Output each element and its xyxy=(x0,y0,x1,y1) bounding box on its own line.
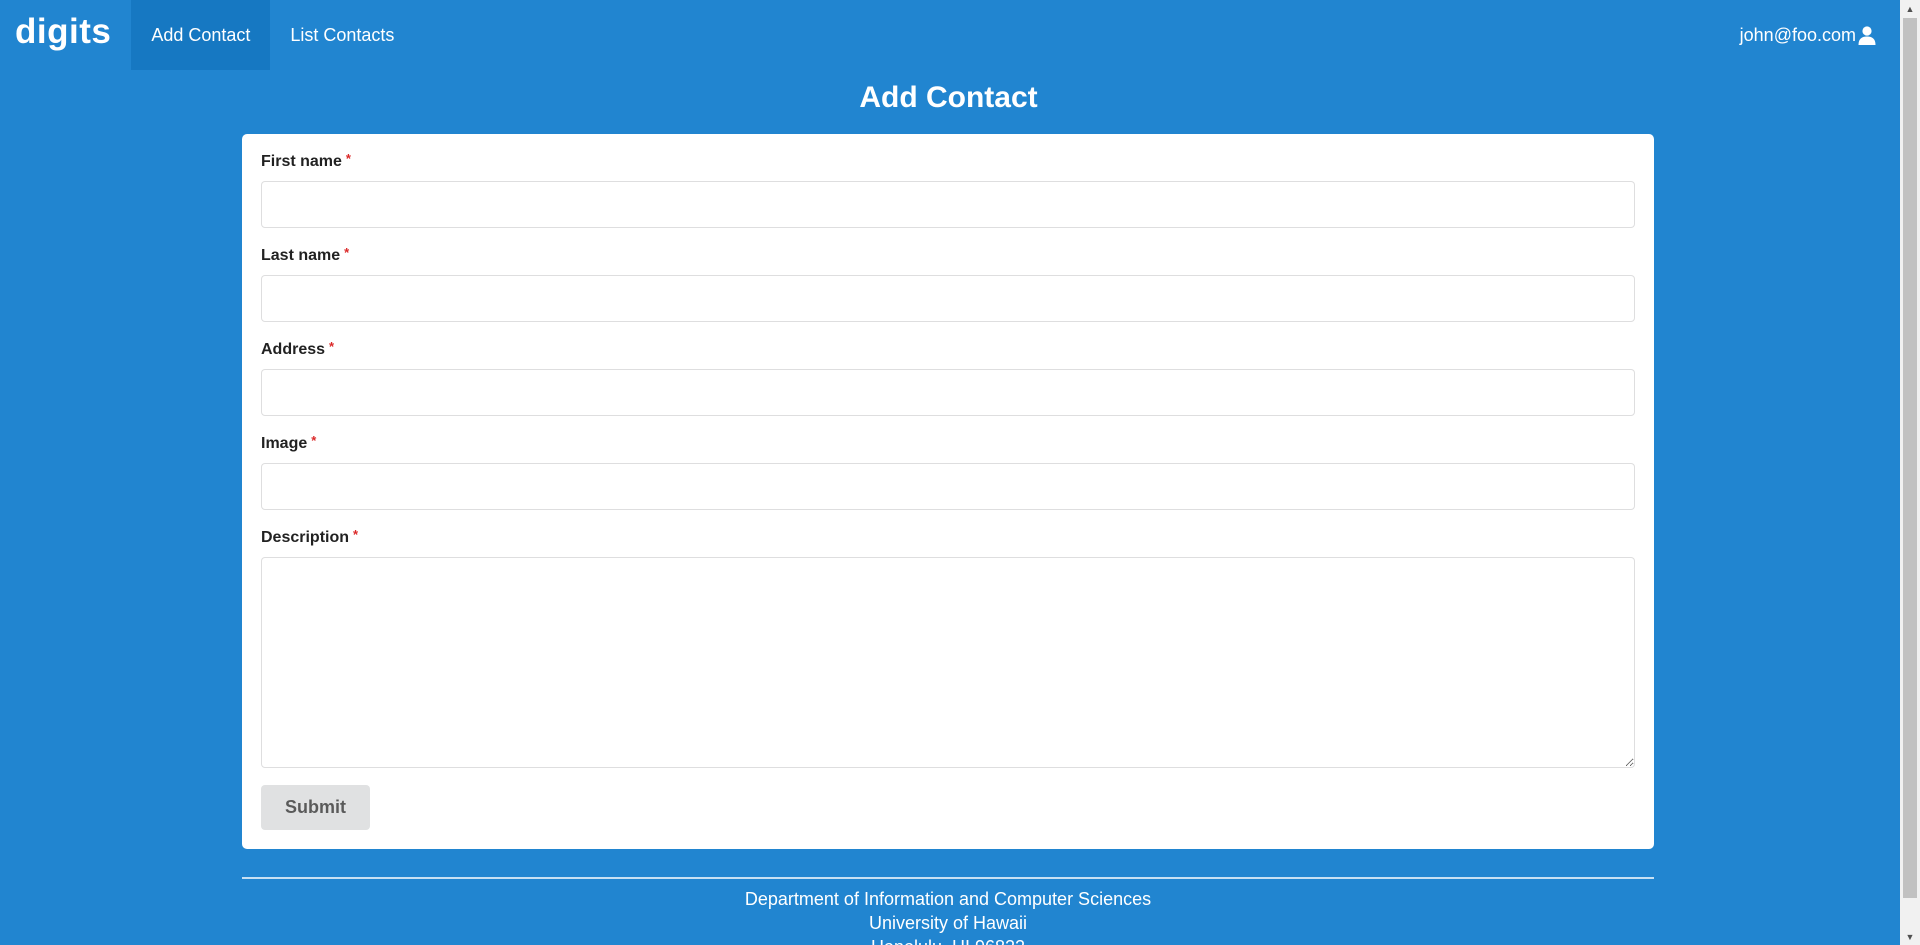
first-name-label: First name * xyxy=(261,151,351,170)
last-name-label: Last name * xyxy=(261,245,350,264)
required-marker: * xyxy=(311,433,317,448)
scroll-up-arrow-icon[interactable]: ▲ xyxy=(1900,0,1920,17)
footer-university: University of Hawaii xyxy=(868,913,1028,933)
image-field: Image * xyxy=(261,433,1635,510)
scroll-down-arrow-icon[interactable]: ▼ xyxy=(1900,928,1920,945)
address-label: Address * xyxy=(261,339,335,358)
description-textarea[interactable] xyxy=(261,557,1635,768)
required-marker: * xyxy=(344,245,350,260)
nav-item-label: List Contacts xyxy=(290,24,395,45)
top-menu: digits Add Contact List Contacts john@fo… xyxy=(0,0,1900,70)
last-name-input[interactable] xyxy=(261,275,1635,322)
footer: Department of Information and Computer S… xyxy=(242,887,1654,945)
address-field: Address * xyxy=(261,339,1635,416)
add-contact-form: First name * Last name * Address * Image * D… xyxy=(242,134,1654,849)
image-input[interactable] xyxy=(261,463,1635,510)
nav-item-list-contacts[interactable]: List Contacts xyxy=(270,0,414,70)
required-marker: * xyxy=(329,339,335,354)
brand-logo[interactable]: digits xyxy=(0,0,131,70)
footer-department: Department of Information and Computer S… xyxy=(744,889,1152,909)
page: digits Add Contact List Contacts john@fo… xyxy=(0,0,1900,945)
required-marker: * xyxy=(353,527,359,542)
vertical-scrollbar[interactable]: ▲ ▼ xyxy=(1900,0,1920,945)
address-input[interactable] xyxy=(261,369,1635,416)
footer-address: Honolulu, HI 96822 xyxy=(242,935,1654,945)
nav-item-add-contact[interactable]: Add Contact xyxy=(131,0,271,70)
required-marker: * xyxy=(345,151,351,166)
description-label: Description * xyxy=(261,527,359,546)
user-menu[interactable]: john@foo.com xyxy=(1740,0,1900,70)
submit-button[interactable]: Submit xyxy=(261,785,370,830)
footer-divider xyxy=(242,877,1654,879)
last-name-field: Last name * xyxy=(261,245,1635,322)
page-title: Add Contact xyxy=(859,81,1038,114)
first-name-input[interactable] xyxy=(261,181,1635,228)
scrollbar-thumb[interactable] xyxy=(1903,18,1917,898)
description-field: Description * xyxy=(261,527,1635,768)
user-email: john@foo.com xyxy=(1739,24,1856,45)
nav-item-label: Add Contact xyxy=(151,24,251,45)
image-label: Image * xyxy=(261,433,317,452)
user-icon xyxy=(1858,25,1876,45)
first-name-field: First name * xyxy=(261,151,1635,228)
